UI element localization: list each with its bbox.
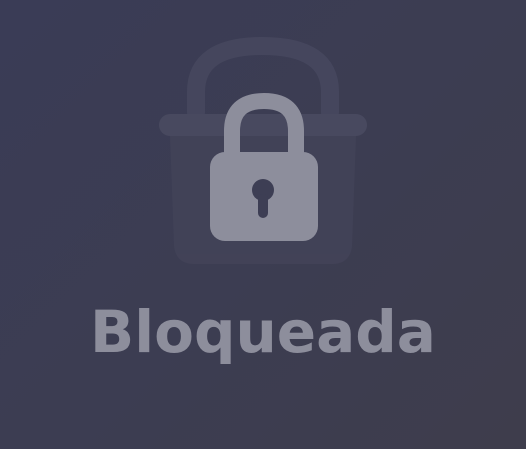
status-label: Bloqueada bbox=[90, 298, 436, 366]
lock-illustration bbox=[159, 36, 367, 264]
locked-screen: Bloqueada bbox=[0, 0, 526, 449]
